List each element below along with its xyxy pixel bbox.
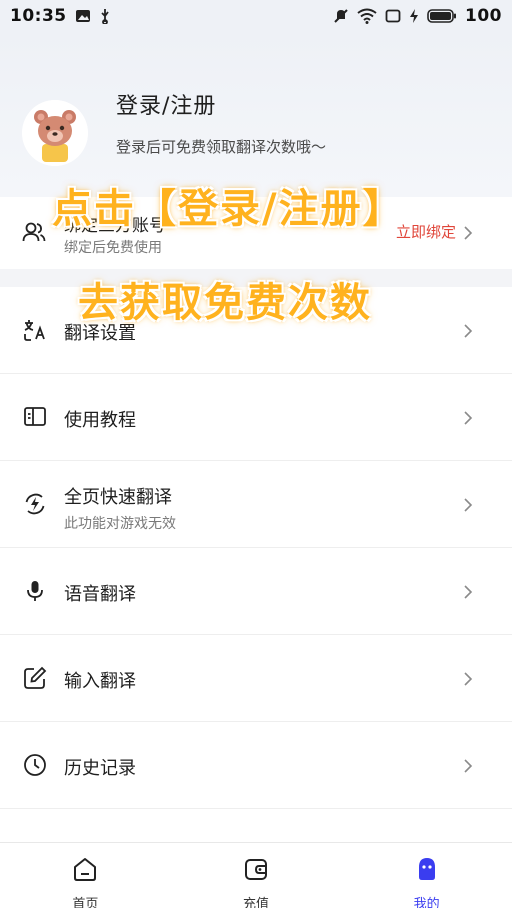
- tab-label: 首页: [72, 897, 99, 908]
- menu-item-tutorial[interactable]: 使用教程: [0, 374, 512, 461]
- menu-item-fullpage-translate[interactable]: 全页快速翻译 此功能对游戏无效: [0, 461, 512, 548]
- chevron-right-icon: [462, 583, 474, 601]
- clock-icon: [22, 752, 48, 778]
- promo-text-login: 点击【登录/注册】: [52, 186, 405, 232]
- battery-icon: [427, 8, 457, 24]
- menu-item-note: 此功能对游戏无效: [64, 516, 176, 532]
- tab-label: 我的: [413, 897, 440, 908]
- menu-item-label: 全页快速翻译: [64, 487, 172, 508]
- gallery-icon: [75, 9, 91, 23]
- menu-item-input-translate[interactable]: 输入翻译: [0, 635, 512, 722]
- chevron-right-icon: [462, 409, 474, 427]
- profile-header[interactable]: 登录/注册 登录后可免费领取翻译次数哦～: [0, 32, 512, 197]
- wallet-icon: [242, 855, 270, 887]
- menu-item-label: 输入翻译: [64, 671, 136, 692]
- microphone-icon: [22, 578, 48, 604]
- chevron-right-icon: [462, 322, 474, 340]
- menu-item-label: 语音翻译: [64, 584, 136, 605]
- charging-icon: [409, 8, 419, 24]
- menu-item-label: 历史记录: [64, 758, 136, 779]
- login-hint-text: 登录后可免费领取翻译次数哦～: [116, 138, 327, 156]
- chevron-right-icon: [462, 224, 474, 242]
- translate-settings-icon: [22, 317, 48, 343]
- bind-account-subtitle: 绑定后免费使用: [64, 240, 162, 256]
- tab-home[interactable]: 首页: [0, 843, 171, 908]
- chevron-right-icon: [462, 670, 474, 688]
- fast-translate-icon: [22, 491, 48, 517]
- mute-icon: [333, 8, 349, 24]
- bottom-tab-bar: 首页 充值 我的: [0, 842, 512, 908]
- menu-item-label: 使用教程: [64, 410, 136, 431]
- users-icon: [22, 221, 46, 247]
- book-icon: [22, 404, 48, 430]
- home-icon: [71, 855, 99, 887]
- tab-recharge[interactable]: 充值: [171, 843, 342, 908]
- login-register-title[interactable]: 登录/注册: [116, 88, 216, 120]
- profile-icon: [413, 855, 441, 887]
- menu-item-history[interactable]: 历史记录: [0, 722, 512, 809]
- promo-text-free-count: 去获取免费次数: [78, 280, 372, 326]
- chevron-right-icon: [462, 496, 474, 514]
- status-time: 10:35: [10, 6, 67, 26]
- edit-icon: [22, 665, 48, 691]
- menu-item-voice-translate[interactable]: 语音翻译: [0, 548, 512, 635]
- screen-icon: [385, 9, 401, 23]
- battery-level: 100: [465, 6, 502, 26]
- status-bar: 10:35 100: [0, 0, 512, 32]
- tab-label: 充值: [243, 897, 270, 908]
- tab-profile[interactable]: 我的: [341, 843, 512, 908]
- usb-icon: [99, 8, 111, 24]
- chevron-right-icon: [462, 757, 474, 775]
- wifi-icon: [357, 8, 377, 24]
- settings-menu: 翻译设置 使用教程 全页快速翻译 此功能对游戏无效 语音翻译 输入翻译 历史记录: [0, 287, 512, 809]
- bear-avatar[interactable]: [22, 100, 88, 166]
